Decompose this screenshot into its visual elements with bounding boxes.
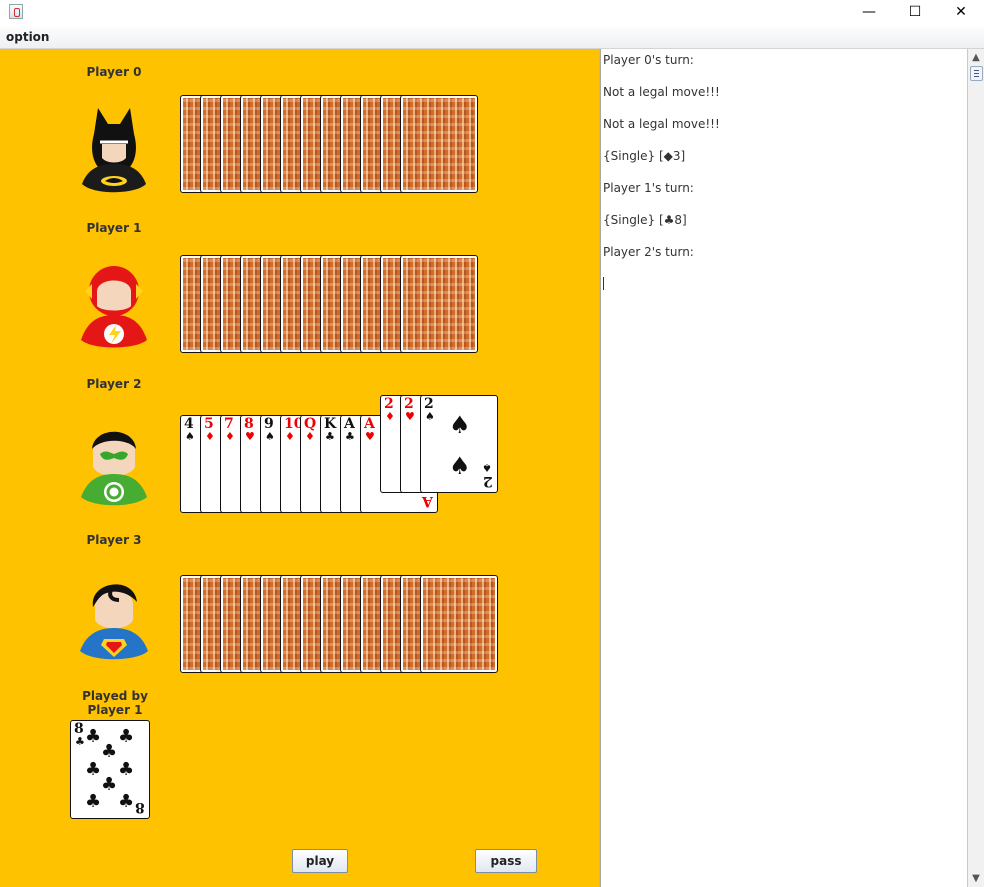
game-log[interactable]: Player 0's turn: Not a legal move!!! Not… [600,49,968,887]
log-line: Player 1's turn: [603,181,694,195]
log-line: Not a legal move!!! [603,117,720,131]
player-0-hand [180,95,480,195]
player-2-hand: 4 ♠ 5 ♦ 7 ♦ 8 ♥ 9 ♠ 10 ♦ Q ♦ K ♣ A ♣ A ♥ A 2 [180,395,500,515]
playing-card-selected[interactable]: 2 ♠ ♠ ♠ 2 ♠ [420,395,498,493]
card-suit: ♦ [305,430,315,443]
card-suit: ♠ [185,430,195,443]
card-suit: ♥ [405,410,415,423]
card-rank-bottom: 2 [483,473,493,489]
player-1-label: Player 1 [86,221,142,235]
flash-avatar-icon [81,266,147,348]
card-center-suit: ♠ [449,411,471,439]
club-pip: ♣ [85,759,102,780]
card-suit: ♦ [225,430,235,443]
club-pip: ♣ [118,726,135,747]
face-down-card [420,575,498,673]
menu-option[interactable]: option [6,30,49,44]
card-center-suit: ♠ [449,452,471,480]
card-suit: ♣ [345,430,355,443]
game-table: Player 0 Player 1 Player 2 4 ♠ 5 ♦ 7 ♦ 8… [0,49,600,887]
player-3-label: Player 3 [86,533,142,547]
club-pip: ♣ [118,791,135,812]
played-card: 8 ♣ ♣ ♣ ♣ ♣ ♣ ♣ ♣ ♣ 8 [70,720,150,819]
card-rank-bottom: 8 [135,799,145,815]
minimize-button[interactable]: — [846,0,892,25]
player-0-label: Player 0 [86,65,142,79]
menu-bar: option [0,27,984,49]
text-caret [603,277,604,290]
log-line: Player 2's turn: [603,245,694,259]
card-suit: ♥ [365,430,375,443]
card-suit: ♠ [425,410,435,423]
face-down-card [400,255,478,353]
log-scrollbar[interactable]: ▲ ▼ [967,49,984,887]
club-pip: ♣ [101,741,118,762]
scroll-down-arrow-icon[interactable]: ▼ [968,871,984,886]
card-suit: ♥ [245,430,255,443]
card-suit: ♣ [325,430,335,443]
card-rank-bottom: A [422,493,433,509]
superman-avatar-icon [80,584,148,660]
card-suit: ♣ [75,735,85,748]
player-3-hand [180,575,500,675]
card-suit: ♦ [205,430,215,443]
card-suit-bottom: ♠ [482,461,492,474]
close-button[interactable]: ✕ [938,0,984,25]
log-line: Player 0's turn: [603,53,694,67]
java-app-icon [9,4,23,19]
maximize-button[interactable]: ☐ [892,0,938,25]
club-pip: ♣ [118,759,135,780]
card-suit: ♦ [385,410,395,423]
play-button[interactable]: play [292,849,348,873]
batman-avatar-icon [82,108,146,193]
title-bar: — ☐ ✕ [0,0,984,27]
scroll-up-arrow-icon[interactable]: ▲ [968,50,984,65]
log-line: {Single} [♣8] [603,213,687,227]
card-suit: ♠ [265,430,275,443]
card-suit: ♦ [285,430,295,443]
pass-button[interactable]: pass [475,849,537,873]
scroll-thumb[interactable] [970,66,983,81]
played-by-label: Played by Player 1 [82,689,148,717]
green-lantern-avatar-icon [81,431,147,506]
player-2-label: Player 2 [86,377,142,391]
club-pip: ♣ [85,791,102,812]
log-line: Not a legal move!!! [603,85,720,99]
club-pip: ♣ [101,774,118,795]
club-pip: ♣ [85,726,102,747]
face-down-card [400,95,478,193]
player-1-hand [180,255,480,355]
log-line: {Single} [◆3] [603,149,686,163]
